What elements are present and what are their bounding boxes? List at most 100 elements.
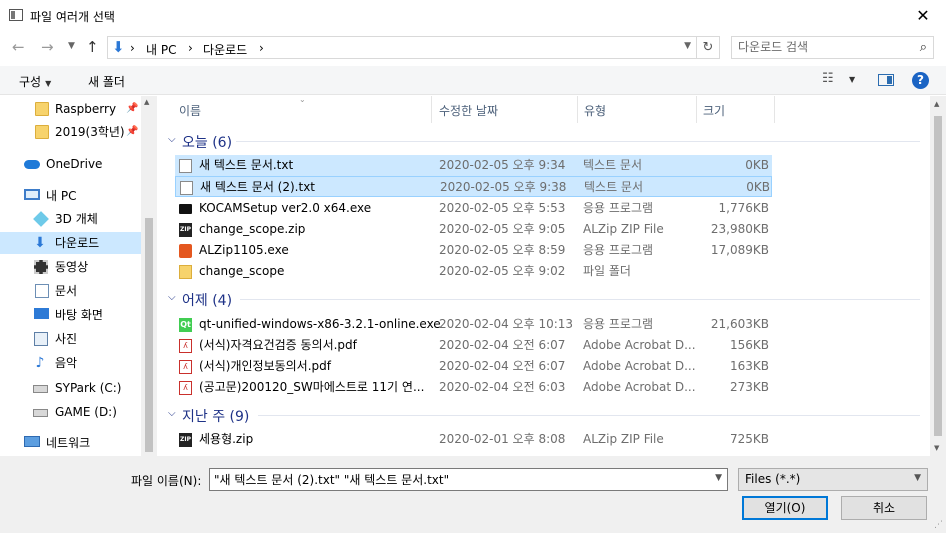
group-header-last-week[interactable]: ⌵ 지난 주 (9): [168, 405, 928, 425]
pin-icon[interactable]: 📌: [126, 121, 138, 143]
address-dropdown-icon[interactable]: ▼: [684, 41, 691, 51]
forward-arrow-icon[interactable]: →: [41, 38, 54, 56]
column-divider[interactable]: [577, 96, 578, 123]
nav-item-desktop[interactable]: 바탕 화면: [0, 304, 141, 326]
command-bar: 구성 ▼ 새 폴더 ☷ ▼ ?: [0, 66, 946, 95]
column-date[interactable]: 수정한 날짜: [439, 102, 498, 119]
file-name: 세용형.zip: [199, 432, 254, 446]
file-row[interactable]: ʎ (서식)개인정보동의서.pdf 2020-02-04 오전 6:07 Ado…: [175, 356, 772, 377]
column-divider[interactable]: [431, 96, 432, 123]
file-type: Adobe Acrobat D...: [583, 380, 696, 394]
group-divider: [240, 299, 920, 300]
scroll-up-icon[interactable]: ▲: [144, 98, 149, 106]
address-sep-icon[interactable]: ›: [259, 41, 264, 55]
address-segment-pc[interactable]: 내 PC: [146, 41, 176, 58]
column-type[interactable]: 유형: [584, 102, 606, 119]
open-button[interactable]: 열기(O): [742, 496, 828, 520]
search-input[interactable]: [738, 40, 908, 54]
nav-scroll-thumb[interactable]: [145, 218, 153, 452]
refresh-icon[interactable]: ↻: [697, 36, 720, 59]
file-list-scrollbar[interactable]: ▲ ▼: [930, 96, 946, 456]
nav-item-2019[interactable]: 2019(3학년) 📌: [0, 121, 141, 143]
view-options-icon[interactable]: ☷: [822, 71, 834, 86]
nav-scrollbar[interactable]: ▲: [141, 96, 157, 456]
nav-item-downloads[interactable]: ⬇ 다운로드: [0, 232, 141, 254]
chevron-down-icon[interactable]: ▼: [715, 473, 722, 483]
file-type: 응용 프로그램: [583, 317, 654, 331]
help-icon[interactable]: ?: [912, 72, 929, 89]
desktop-icon: [34, 308, 49, 319]
music-icon: ♪: [35, 355, 45, 371]
cancel-button[interactable]: 취소: [841, 496, 927, 520]
address-sep-icon[interactable]: ›: [130, 41, 135, 55]
group-header-today[interactable]: ⌵ 오늘 (6): [168, 131, 928, 151]
nav-item-documents[interactable]: 문서: [0, 280, 141, 302]
nav-item-onedrive[interactable]: OneDrive: [0, 153, 141, 175]
file-row[interactable]: 새 텍스트 문서.txt 2020-02-05 오후 9:34 텍스트 문서 0…: [175, 155, 772, 176]
search-icon[interactable]: ⌕: [920, 40, 927, 55]
preview-pane-icon[interactable]: [878, 74, 894, 86]
file-row[interactable]: KOCAMSetup ver2.0 x64.exe 2020-02-05 오후 …: [175, 198, 772, 219]
back-arrow-icon[interactable]: ←: [12, 38, 25, 56]
file-row[interactable]: ZIP change_scope.zip 2020-02-05 오후 9:05 …: [175, 219, 772, 240]
nav-item-label: 문서: [55, 284, 78, 298]
file-type: 응용 프로그램: [583, 243, 654, 257]
pdf-icon: ʎ: [179, 339, 192, 353]
close-button[interactable]: ✕: [900, 0, 946, 31]
file-row[interactable]: 새 텍스트 문서 (2).txt 2020-02-05 오후 9:38 텍스트 …: [175, 176, 772, 197]
file-row[interactable]: change_scope 2020-02-05 오후 9:02 파일 폴더: [175, 261, 772, 282]
search-box[interactable]: ⌕: [731, 36, 934, 59]
nav-item-videos[interactable]: 동영상: [0, 256, 141, 278]
zip-file-icon: ZIP: [179, 433, 192, 447]
chevron-down-icon[interactable]: ▼: [849, 75, 855, 84]
nav-item-pictures[interactable]: 사진: [0, 328, 141, 350]
file-size: 17,089KB: [710, 243, 769, 257]
file-type-filter[interactable]: Files (*.*) ▼: [738, 468, 928, 491]
pin-icon[interactable]: 📌: [126, 98, 138, 120]
file-type: 텍스트 문서: [584, 180, 644, 194]
address-sep-icon[interactable]: ›: [188, 41, 193, 55]
file-row[interactable]: ZIP 세용형.zip 2020-02-01 오후 8:08 ALZip ZIP…: [175, 429, 772, 450]
file-date: 2020-02-05 오후 9:38: [440, 180, 567, 194]
scroll-up-icon[interactable]: ▲: [934, 100, 939, 108]
up-arrow-icon[interactable]: ↑: [86, 38, 99, 56]
file-row[interactable]: ʎ (서식)자격요건검증 동의서.pdf 2020-02-04 오전 6:07 …: [175, 335, 772, 356]
filename-combobox[interactable]: ▼: [209, 468, 728, 491]
nav-item-drive-c[interactable]: SYPark (C:): [0, 377, 141, 399]
column-size[interactable]: 크기: [703, 102, 725, 119]
file-row[interactable]: ʎ (공고문)200120_SW마에스트로 11기 연... 2020-02-0…: [175, 377, 772, 398]
address-segment-downloads[interactable]: 다운로드: [203, 41, 247, 58]
alzip-icon: [179, 244, 192, 258]
column-divider[interactable]: [774, 96, 775, 123]
drive-icon: [33, 385, 48, 393]
column-divider[interactable]: [696, 96, 697, 123]
file-name: KOCAMSetup ver2.0 x64.exe: [199, 201, 372, 215]
file-row[interactable]: ALZip1105.exe 2020-02-05 오후 8:59 응용 프로그램…: [175, 240, 772, 261]
address-bar[interactable]: ⬇ › 내 PC › 다운로드 › ▼: [107, 36, 697, 59]
nav-item-raspberry[interactable]: Raspberry 📌: [0, 98, 141, 120]
file-scroll-thumb[interactable]: [934, 116, 942, 436]
nav-item-3d-objects[interactable]: 3D 개체: [0, 208, 141, 230]
nav-item-network[interactable]: 네트워크: [0, 432, 141, 454]
file-type: ALZip ZIP File: [583, 222, 664, 236]
file-name: (서식)개인정보동의서.pdf: [199, 359, 331, 373]
organize-button[interactable]: 구성 ▼: [19, 73, 51, 90]
nav-item-label: 동영상: [55, 260, 89, 274]
resize-grip-icon[interactable]: ⋰: [934, 520, 943, 530]
group-header-yesterday[interactable]: ⌵ 어제 (4): [168, 289, 928, 309]
window-icon: [9, 9, 23, 21]
nav-item-label: SYPark (C:): [55, 381, 122, 395]
file-type: ALZip ZIP File: [583, 432, 664, 446]
file-row[interactable]: Qt qt-unified-windows-x86-3.2.1-online.e…: [175, 314, 772, 335]
recent-locations-chevron-icon[interactable]: ▼: [68, 41, 75, 51]
scroll-down-icon[interactable]: ▼: [934, 444, 939, 452]
window-title: 파일 여러개 선택: [30, 10, 115, 24]
chevron-down-icon[interactable]: ▼: [914, 473, 921, 483]
nav-item-this-pc[interactable]: 내 PC: [0, 185, 141, 207]
column-name[interactable]: 이름: [179, 102, 201, 119]
nav-item-music[interactable]: ♪ 음악: [0, 352, 141, 374]
nav-item-drive-d[interactable]: GAME (D:): [0, 401, 141, 423]
new-folder-button[interactable]: 새 폴더: [88, 73, 125, 90]
filter-value: Files (*.*): [745, 472, 801, 486]
filename-input[interactable]: [214, 472, 704, 486]
